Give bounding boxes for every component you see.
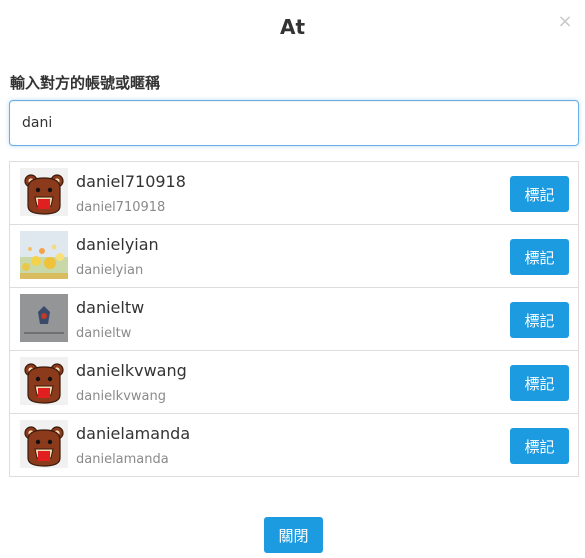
bear-avatar-icon	[20, 420, 68, 468]
user-handle: danielkvwang	[76, 389, 166, 404]
list-item: danielkvwang danielkvwang 標記	[10, 350, 578, 413]
bear-avatar-icon	[20, 357, 68, 405]
gray-photo-avatar-icon	[20, 294, 68, 342]
at-dialog: At × 輸入對方的帳號或暱稱 daniel710918	[0, 0, 585, 558]
user-name: daniel710918	[76, 172, 186, 191]
user-list: daniel710918 daniel710918 標記 danielyian …	[9, 161, 579, 477]
close-icon[interactable]: ×	[555, 12, 575, 32]
search-input[interactable]	[9, 100, 579, 146]
user-handle: danielyian	[76, 263, 144, 278]
user-handle: danieltw	[76, 326, 132, 341]
list-item: danieltw danieltw 標記	[10, 287, 578, 350]
list-item: daniel710918 daniel710918 標記	[10, 162, 578, 224]
bear-avatar-icon	[20, 168, 68, 216]
list-item: danielyian danielyian 標記	[10, 224, 578, 287]
close-button[interactable]: 關閉	[264, 517, 323, 553]
tag-user-button[interactable]: 標記	[510, 176, 569, 212]
dialog-title: At	[279, 15, 306, 39]
user-name: danielyian	[76, 235, 159, 254]
tag-user-button[interactable]: 標記	[510, 302, 569, 338]
user-handle: daniel710918	[76, 200, 166, 215]
user-name: danielamanda	[76, 424, 191, 443]
user-handle: danielamanda	[76, 452, 169, 467]
tag-user-button[interactable]: 標記	[510, 428, 569, 464]
tag-user-button[interactable]: 標記	[510, 365, 569, 401]
user-name: danieltw	[76, 298, 145, 317]
user-name: danielkvwang	[76, 361, 187, 380]
search-label: 輸入對方的帳號或暱稱	[10, 74, 161, 92]
list-item: danielamanda danielamanda 標記	[10, 413, 578, 476]
flower-photo-avatar-icon	[20, 231, 68, 279]
tag-user-button[interactable]: 標記	[510, 239, 569, 275]
